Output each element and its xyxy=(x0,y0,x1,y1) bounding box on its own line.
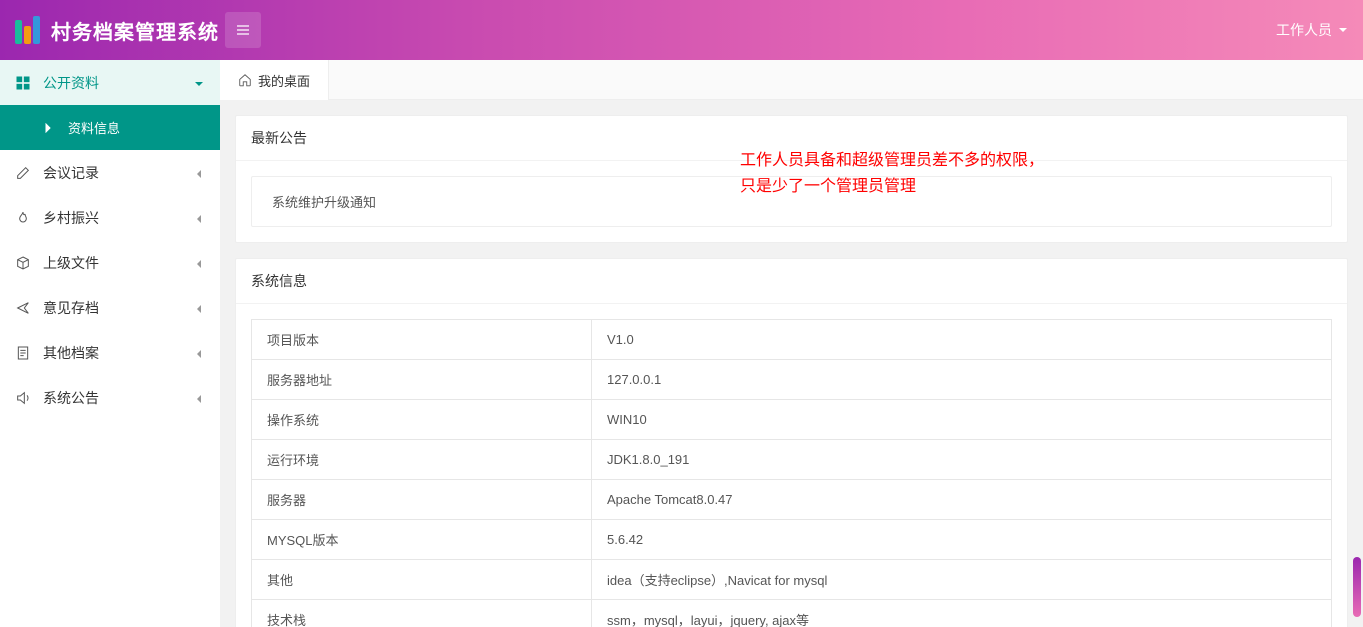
chevron-left-icon xyxy=(193,167,205,179)
sidebar-item-label: 资料信息 xyxy=(68,118,120,137)
logo-icon xyxy=(15,16,43,44)
grid-icon xyxy=(15,75,31,91)
table-value: JDK1.8.0_191 xyxy=(592,440,1332,480)
scroll-indicator xyxy=(1353,557,1361,617)
notice-card: 最新公告 系统维护升级通知 xyxy=(235,115,1348,243)
cube-icon xyxy=(15,255,31,271)
chevron-left-icon xyxy=(193,392,205,404)
main-area: 我的桌面 最新公告 系统维护升级通知 工作人员具备和超级管理员差不多的权限， 只… xyxy=(220,60,1363,627)
speaker-icon xyxy=(15,390,31,406)
menu-icon xyxy=(235,22,251,38)
sidebar-item-label: 会议记录 xyxy=(43,163,99,183)
notice-item[interactable]: 系统维护升级通知 xyxy=(251,176,1332,227)
sysinfo-card: 系统信息 项目版本V1.0服务器地址127.0.0.1操作系统WIN10运行环境… xyxy=(235,258,1348,627)
table-value: Apache Tomcat8.0.47 xyxy=(592,480,1332,520)
header: 村务档案管理系统 工作人员 xyxy=(0,0,1363,60)
table-value: V1.0 xyxy=(592,320,1332,360)
app-title: 村务档案管理系统 xyxy=(51,16,219,45)
content: 最新公告 系统维护升级通知 工作人员具备和超级管理员差不多的权限， 只是少了一个… xyxy=(220,100,1363,627)
share-icon xyxy=(15,300,31,316)
table-key: 服务器地址 xyxy=(252,360,592,400)
sidebar-item-opinion-archive[interactable]: 意见存档 xyxy=(0,285,220,330)
table-key: MYSQL版本 xyxy=(252,520,592,560)
table-row: 服务器地址127.0.0.1 xyxy=(252,360,1332,400)
sidebar-item-label: 意见存档 xyxy=(43,298,99,318)
sidebar-item-system-notice[interactable]: 系统公告 xyxy=(0,375,220,420)
user-label: 工作人员 xyxy=(1276,20,1332,40)
sysinfo-table: 项目版本V1.0服务器地址127.0.0.1操作系统WIN10运行环境JDK1.… xyxy=(251,319,1332,627)
table-key: 运行环境 xyxy=(252,440,592,480)
flame-icon xyxy=(15,210,31,226)
sidebar-item-label: 公开资料 xyxy=(43,73,99,93)
sidebar-item-upper-files[interactable]: 上级文件 xyxy=(0,240,220,285)
table-row: MYSQL版本5.6.42 xyxy=(252,520,1332,560)
chevron-down-icon xyxy=(193,77,205,89)
table-key: 其他 xyxy=(252,560,592,600)
tab-label: 我的桌面 xyxy=(258,71,310,90)
chevron-right-icon xyxy=(40,120,56,136)
table-key: 服务器 xyxy=(252,480,592,520)
chevron-left-icon xyxy=(193,212,205,224)
sidebar-item-meeting-records[interactable]: 会议记录 xyxy=(0,150,220,195)
chevron-left-icon xyxy=(193,347,205,359)
tab-bar: 我的桌面 xyxy=(220,60,1363,100)
notice-title: 最新公告 xyxy=(236,116,1347,161)
sidebar-subitem-material-info[interactable]: 资料信息 xyxy=(0,105,220,150)
sidebar-item-label: 其他档案 xyxy=(43,343,99,363)
sidebar-item-label: 系统公告 xyxy=(43,388,99,408)
table-row: 服务器Apache Tomcat8.0.47 xyxy=(252,480,1332,520)
table-key: 操作系统 xyxy=(252,400,592,440)
sidebar-item-label: 上级文件 xyxy=(43,253,99,273)
table-value: 127.0.0.1 xyxy=(592,360,1332,400)
notice-text: 系统维护升级通知 xyxy=(272,195,376,210)
edit-icon xyxy=(15,165,31,181)
table-key: 项目版本 xyxy=(252,320,592,360)
sidebar: 公开资料 资料信息 会议记录 乡村振兴 xyxy=(0,60,220,627)
table-row: 操作系统WIN10 xyxy=(252,400,1332,440)
table-row: 技术栈ssm，mysql，layui，jquery, ajax等 xyxy=(252,600,1332,627)
chevron-left-icon xyxy=(193,257,205,269)
table-key: 技术栈 xyxy=(252,600,592,627)
table-value: ssm，mysql，layui，jquery, ajax等 xyxy=(592,600,1332,627)
table-row: 运行环境JDK1.8.0_191 xyxy=(252,440,1332,480)
logo-block: 村务档案管理系统 xyxy=(15,16,220,45)
table-value: idea（支持eclipse）,Navicat for mysql xyxy=(592,560,1332,600)
sysinfo-title: 系统信息 xyxy=(236,259,1347,304)
tab-desktop[interactable]: 我的桌面 xyxy=(220,60,329,100)
table-value: 5.6.42 xyxy=(592,520,1332,560)
table-row: 其他idea（支持eclipse）,Navicat for mysql xyxy=(252,560,1332,600)
chevron-down-icon xyxy=(1338,25,1348,35)
document-icon xyxy=(15,345,31,361)
table-row: 项目版本V1.0 xyxy=(252,320,1332,360)
sidebar-item-rural-revitalization[interactable]: 乡村振兴 xyxy=(0,195,220,240)
sidebar-toggle-button[interactable] xyxy=(225,12,261,48)
sidebar-item-public-info[interactable]: 公开资料 xyxy=(0,60,220,105)
table-value: WIN10 xyxy=(592,400,1332,440)
home-icon xyxy=(238,73,252,87)
sidebar-item-label: 乡村振兴 xyxy=(43,208,99,228)
chevron-left-icon xyxy=(193,302,205,314)
sidebar-item-other-archives[interactable]: 其他档案 xyxy=(0,330,220,375)
user-menu[interactable]: 工作人员 xyxy=(1276,20,1348,40)
